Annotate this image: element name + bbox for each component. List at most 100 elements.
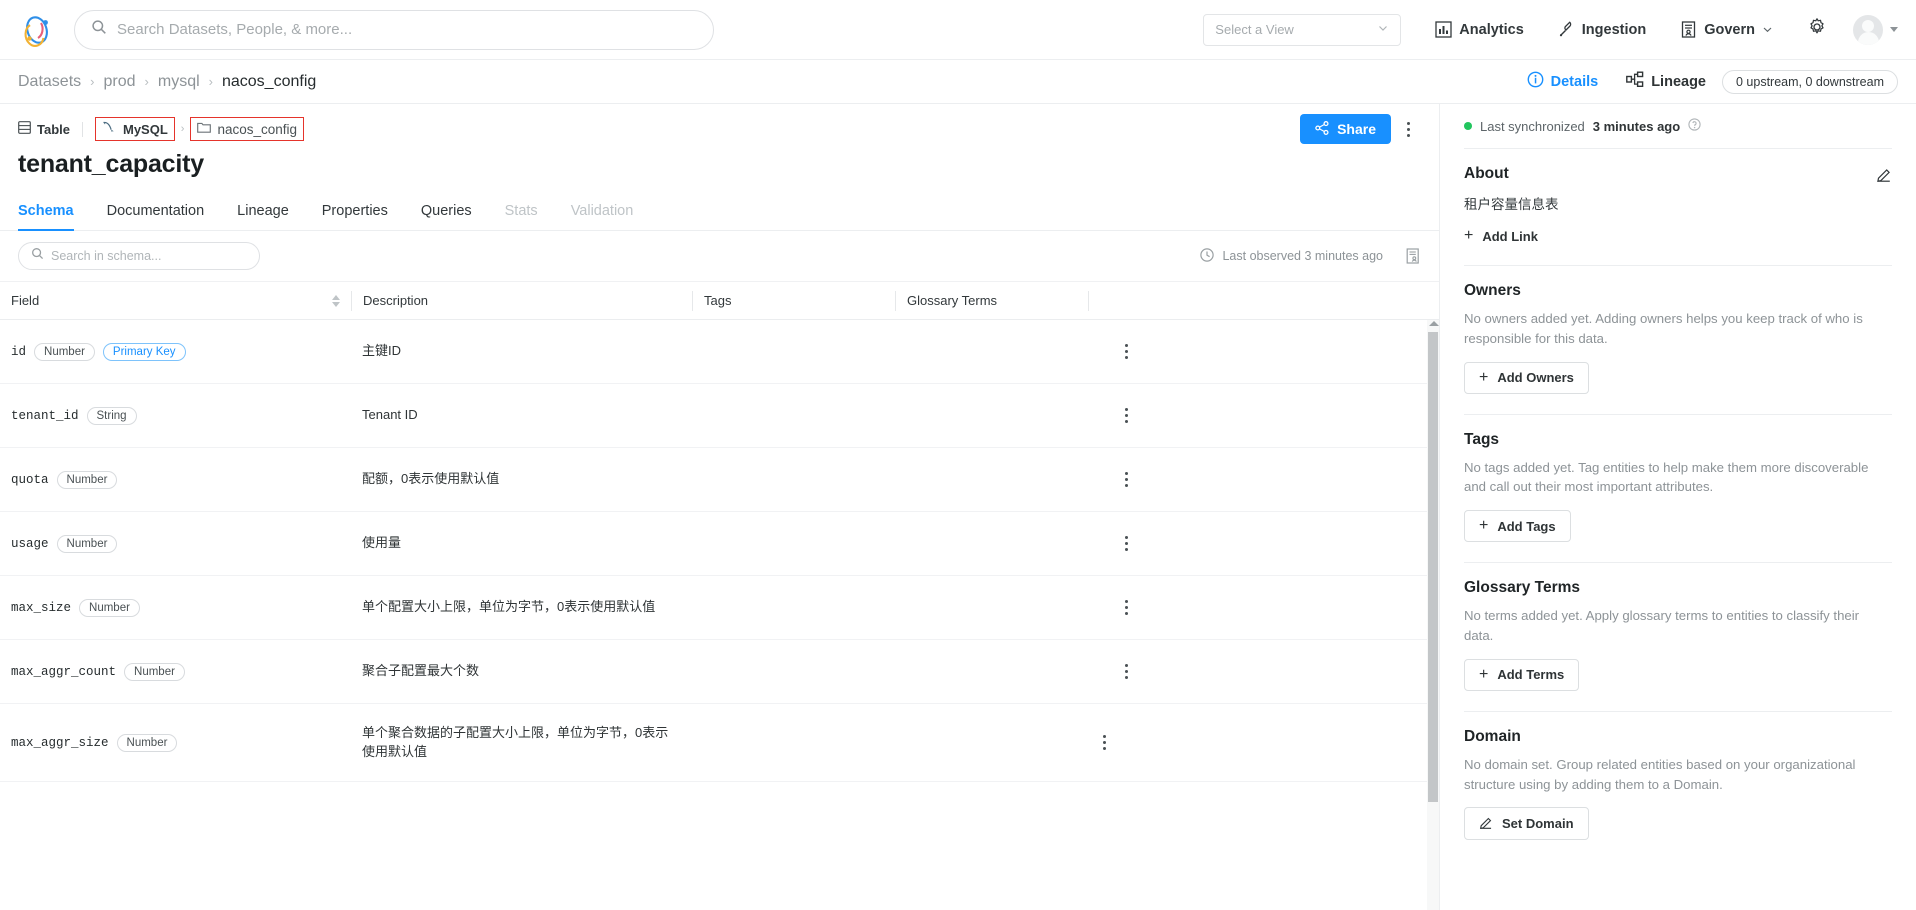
field-name: id: [11, 344, 27, 359]
edit-pencil-icon[interactable]: [1876, 166, 1892, 182]
entity-type: Table: [18, 121, 70, 137]
schema-search-box[interactable]: [18, 242, 260, 270]
tab-validation: Validation: [570, 203, 634, 219]
add-terms-button[interactable]: + Add Terms: [1464, 658, 1580, 691]
breadcrumb-item-prod[interactable]: prod: [103, 73, 135, 91]
schema-toolbar: Last observed 3 minutes ago: [0, 231, 1439, 282]
schema-search-input[interactable]: [51, 249, 247, 263]
lineage-toggle[interactable]: Lineage: [1626, 71, 1706, 92]
column-header-glossary: Glossary Terms: [896, 282, 1088, 319]
platform-highlight-box[interactable]: MySQL: [95, 117, 175, 141]
add-terms-label: Add Terms: [1497, 667, 1565, 683]
owners-empty-text: No owners added yet. Adding owners helps…: [1464, 311, 1863, 346]
add-tags-button[interactable]: + Add Tags: [1464, 510, 1571, 543]
row-more-menu-button[interactable]: [1091, 728, 1117, 758]
tab-properties[interactable]: Properties: [322, 193, 388, 230]
gear-icon: [1807, 17, 1827, 42]
nav-item-govern[interactable]: Govern: [1680, 21, 1773, 38]
entity-tabs: Schema Documentation Lineage Properties …: [0, 193, 1439, 231]
page-title: tenant_capacity: [18, 150, 204, 178]
add-link-button[interactable]: + Add Link: [1464, 228, 1538, 244]
user-menu[interactable]: [1853, 14, 1898, 45]
row-more-menu-button[interactable]: [1113, 529, 1139, 559]
container-highlight-box[interactable]: nacos_config: [190, 117, 305, 141]
table-row[interactable]: quota Number 配额，0表示使用默认值: [0, 448, 1439, 512]
sidebar-section-owners: Owners No owners added yet. Adding owner…: [1464, 266, 1892, 415]
kebab-dot: [1124, 670, 1128, 673]
table-icon: [18, 121, 31, 137]
sort-ascending-icon: [332, 294, 340, 300]
details-toggle[interactable]: Details: [1527, 71, 1598, 92]
help-circle-icon[interactable]: [1688, 118, 1701, 134]
schema-table-scrollbar[interactable]: [1427, 320, 1439, 910]
owners-title: Owners: [1464, 282, 1521, 299]
row-more-menu-button[interactable]: [1113, 465, 1139, 495]
set-domain-button[interactable]: Set Domain: [1464, 807, 1589, 841]
cell-description: 使用量: [362, 535, 402, 551]
column-header-tags-label: Tags: [704, 293, 732, 308]
table-row[interactable]: usage Number 使用量: [0, 512, 1439, 576]
table-row[interactable]: id Number Primary Key 主键ID: [0, 320, 1439, 384]
settings-button[interactable]: [1807, 17, 1827, 42]
top-navigation-bar: Select a View Analytics: [0, 0, 1916, 60]
kebab-dot: [1102, 735, 1106, 738]
kebab-dot: [1124, 344, 1128, 347]
global-search-input[interactable]: [117, 21, 697, 38]
column-header-field-label: Field: [11, 293, 40, 308]
scroll-up-arrow-icon[interactable]: [1429, 321, 1439, 326]
kebab-dot: [1124, 350, 1128, 353]
main-content: Table MySQL › nacos_config Share tenant_…: [0, 104, 1440, 910]
table-row[interactable]: max_size Number 单个配置大小上限，单位为字节，0表示使用默认值: [0, 576, 1439, 640]
edit-pencil-icon: [1479, 815, 1493, 832]
entity-more-menu-button[interactable]: [1395, 114, 1421, 144]
breadcrumb-item-datasets[interactable]: Datasets: [18, 73, 81, 91]
scrollbar-thumb[interactable]: [1428, 332, 1438, 802]
cell-field: id Number Primary Key: [11, 342, 351, 361]
global-search-box[interactable]: [74, 9, 714, 50]
table-row[interactable]: tenant_id String Tenant ID: [0, 384, 1439, 448]
tab-documentation[interactable]: Documentation: [107, 193, 205, 230]
add-link-label: Add Link: [1482, 228, 1538, 244]
chevron-down-icon: [1762, 24, 1773, 35]
breadcrumb-right-group: Details Lineage 0 upstream, 0 downstream: [1499, 69, 1898, 94]
tab-lineage[interactable]: Lineage: [237, 193, 289, 230]
column-header-field: Field: [11, 282, 351, 319]
breadcrumb-item-nacos-config[interactable]: nacos_config: [222, 73, 316, 91]
row-more-menu-button[interactable]: [1113, 337, 1139, 367]
table-row[interactable]: max_aggr_count Number 聚合子配置最大个数: [0, 640, 1439, 704]
chevron-down-icon: [1890, 27, 1898, 32]
sort-field-button[interactable]: [332, 294, 340, 307]
sidebar-section-domain: Domain No domain set. Group related enti…: [1464, 712, 1892, 841]
platform-label: MySQL: [123, 121, 168, 137]
breadcrumb-item-mysql[interactable]: mysql: [158, 73, 200, 91]
kebab-dot: [1124, 664, 1128, 667]
folder-icon: [197, 120, 212, 138]
nav-item-ingestion[interactable]: Ingestion: [1558, 21, 1646, 38]
entity-meta-row: Table MySQL › nacos_config Share: [18, 114, 1421, 144]
sync-value-label: 3 minutes ago: [1592, 118, 1681, 134]
tab-queries[interactable]: Queries: [421, 193, 472, 230]
cell-description: 聚合子配置最大个数: [362, 663, 480, 679]
cell-actions: [1085, 593, 1439, 623]
row-more-menu-button[interactable]: [1113, 401, 1139, 431]
nav-item-analytics[interactable]: Analytics: [1435, 21, 1524, 38]
cell-actions: [1085, 337, 1439, 367]
column-header-tags: Tags: [693, 282, 895, 319]
kebab-dot: [1102, 747, 1106, 750]
sidebar-section-glossary: Glossary Terms No terms added yet. Apply…: [1464, 563, 1892, 712]
view-select-dropdown[interactable]: Select a View: [1203, 13, 1402, 46]
add-owners-button[interactable]: + Add Owners: [1464, 361, 1589, 394]
tab-schema[interactable]: Schema: [18, 193, 74, 231]
datahub-logo-icon[interactable]: [18, 10, 58, 50]
table-row[interactable]: max_aggr_size Number 单个聚合数据的子配置大小上限，单位为字…: [0, 704, 1439, 782]
share-button[interactable]: Share: [1300, 114, 1391, 144]
schema-document-icon[interactable]: [1405, 248, 1421, 264]
row-more-menu-button[interactable]: [1113, 593, 1139, 623]
row-more-menu-button[interactable]: [1113, 657, 1139, 687]
info-circle-icon: [1527, 71, 1544, 92]
field-type-tag: String: [86, 406, 137, 425]
field-name: tenant_id: [11, 408, 79, 423]
lineage-count-badge[interactable]: 0 upstream, 0 downstream: [1722, 69, 1898, 94]
kebab-dot: [1102, 741, 1106, 744]
cell-actions: [1085, 465, 1439, 495]
